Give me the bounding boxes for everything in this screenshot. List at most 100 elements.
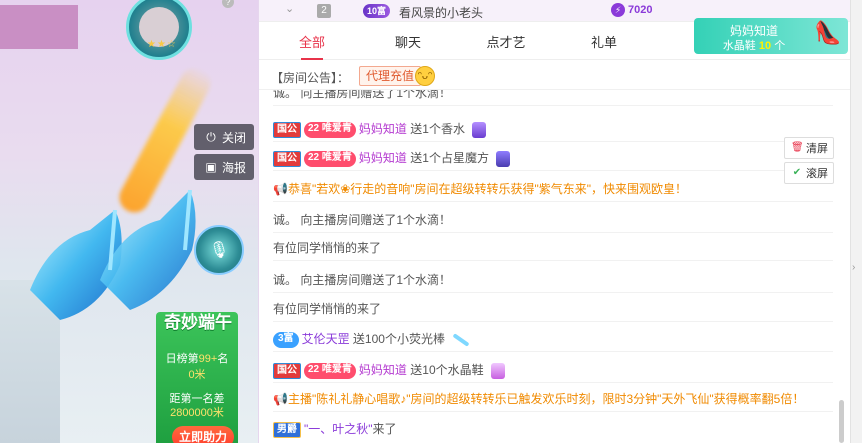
wealth-level-badge: 10富: [363, 4, 391, 18]
fan-level: 22: [308, 363, 320, 375]
poster-button[interactable]: ▣ 海报: [194, 154, 254, 180]
clear-label: 清屏: [806, 143, 828, 155]
broadcast-message: 📢恭喜"若欢❀行走的音响"房间在超级转转乐获得"紫气东来"，快来围观欧皇！: [273, 176, 833, 202]
fan-club: 唯爱青: [321, 122, 352, 134]
fan-level: 22: [308, 122, 320, 134]
glow-stick-gift-icon: [452, 333, 470, 347]
avatar-stars: ★★☆: [147, 39, 177, 50]
chat-message-list[interactable]: 诚。 向主播房间赠送了1个水滴！ 国公 22 唯爱青 妈妈知道 送1个香水 国公 22…: [259, 90, 839, 443]
broadcast-text: 主播"陈礼礼静心唱歌♪"房间的超级转转乐已触发欢乐时刻，限时3分钟"天外飞仙"获…: [287, 392, 805, 406]
mic-button[interactable]: 🎙: [194, 225, 244, 275]
agent-recharge-link[interactable]: 代理充值: [359, 66, 422, 86]
chat-message: 国公 22 唯爱青 妈妈知道 送1个香水: [273, 116, 833, 142]
rank-user-name: 看风景的小老头: [399, 6, 484, 20]
message-text: 诚。 向主播房间赠送了1个水滴！: [273, 273, 452, 287]
nobility-badge: 国公: [273, 362, 301, 379]
promo-title: 奇妙端午: [164, 313, 232, 332]
gift-summary: 水晶鞋 10 个: [694, 37, 814, 53]
clear-screen-button[interactable]: 🗑 清屏: [784, 137, 834, 159]
stage-banner: [0, 5, 78, 49]
chat-message: 诚。 向主播房间赠送了1个水滴！: [273, 207, 833, 233]
boost-button[interactable]: 立即助力: [172, 426, 234, 443]
chevron-down-icon[interactable]: ⌄: [285, 2, 294, 15]
power-icon: ⏻: [206, 130, 216, 144]
perfume-gift-icon: [472, 121, 487, 138]
fan-level-badge: 22 唯爱青: [304, 121, 356, 138]
username-link[interactable]: "一、叶之秋": [304, 422, 373, 436]
promo-score: 0米: [188, 369, 206, 381]
notice-label: 【房间公告】：: [271, 71, 350, 85]
crystal-shoe-gift-icon: [490, 362, 505, 379]
broadcast-message: 📢主播"陈礼礼静心唱歌♪"房间的超级转转乐已触发欢乐时刻，限时3分钟"天外飞仙"…: [273, 386, 833, 412]
chat-scrollbar[interactable]: [839, 400, 844, 443]
microphone-icon: 🎙: [208, 242, 230, 259]
message-action: 送100个小荧光棒: [352, 332, 445, 346]
username-link[interactable]: 妈妈知道: [359, 122, 407, 136]
fan-level: 22: [308, 151, 320, 163]
side-collapse-rail[interactable]: ›: [850, 0, 862, 443]
fan-level-badge: 22 唯爱青: [304, 150, 356, 167]
nobility-badge: 国公: [273, 150, 301, 167]
fan-club: 唯爱青: [321, 151, 352, 163]
crystal-shoe-gift-animation: [30, 189, 196, 320]
fan-club: 唯爱青: [321, 363, 352, 375]
rank-prefix: 日榜第: [165, 353, 199, 365]
username-link[interactable]: 妈妈知道: [359, 151, 407, 165]
video-stage: ★★☆ ? ⏻ 关闭 ▣ 海报 🎙 奇妙端午 日榜第99+名 0米 距第一名差 …: [0, 0, 258, 443]
username-link[interactable]: 艾伦天罡: [302, 332, 350, 346]
chat-message: 诚。 向主播房间赠送了1个水滴！: [273, 267, 833, 293]
tab-all[interactable]: 全部: [277, 28, 347, 60]
magic-cube-gift-icon: [496, 150, 511, 167]
streamer-avatar[interactable]: ★★☆: [126, 0, 192, 60]
message-text: 有位同学悄悄的来了: [273, 241, 382, 255]
poster-label: 海报: [222, 160, 247, 175]
megaphone-icon: 📢: [273, 182, 288, 196]
chat-message: 国公 22 唯爱青 妈妈知道 送10个水晶鞋: [273, 357, 833, 383]
message-text: 诚。 向主播房间赠送了1个水滴！: [273, 90, 452, 100]
message-text: 有位同学悄悄的来了: [273, 302, 382, 316]
promo-card[interactable]: 奇妙端午 日榜第99+名 0米 距第一名差 2800000米 立即助力: [156, 312, 238, 443]
message-action: 送1个香水: [410, 122, 465, 136]
check-circle-icon: ✔: [792, 167, 802, 178]
chat-message: 3富 艾伦天罡 送100个小荧光棒: [273, 326, 833, 352]
megaphone-icon: 📢: [273, 392, 288, 406]
tab-gift-list[interactable]: 礼单: [569, 28, 639, 60]
gift-count: 10: [758, 40, 772, 52]
chevron-right-icon[interactable]: ›: [852, 262, 855, 273]
rank-value: 99+: [198, 353, 218, 365]
gift-name: 水晶鞋: [722, 40, 756, 52]
broadcast-text: 恭喜"若欢❀行走的音响"房间在超级转转乐获得"紫气东来"，快来围观欧皇！: [287, 182, 688, 196]
message-text: 诚。 向主播房间赠送了1个水滴！: [273, 213, 452, 227]
message-action: 送1个占星魔方: [410, 151, 489, 165]
close-button[interactable]: ⏻ 关闭: [194, 124, 254, 150]
trash-icon: 🗑: [791, 142, 804, 153]
message-action: 来了: [372, 422, 397, 436]
tab-request-talent[interactable]: 点才艺: [471, 28, 541, 60]
username-link[interactable]: 妈妈知道: [359, 363, 407, 377]
grin-emoji-icon: ᵔᴗᵔ: [415, 66, 435, 86]
chat-message: 有位同学悄悄的来了: [273, 296, 833, 322]
rank-points: ⚡ 7020: [611, 3, 652, 17]
crystal-shoe-icon: 👠: [814, 20, 842, 45]
image-icon: ▣: [205, 160, 217, 174]
wealth-level-badge: 3富: [273, 331, 299, 348]
chat-message: 有位同学悄悄的来了: [273, 235, 833, 261]
rank-number: 2: [317, 4, 331, 18]
tab-chat[interactable]: 聊天: [373, 28, 443, 60]
chat-message: 国公 22 唯爱青 妈妈知道 送1个占星魔方: [273, 145, 833, 171]
promo-rank: 日榜第99+名: [156, 350, 238, 366]
promo-gap-value: 2800000米: [170, 407, 224, 419]
nobility-badge: 国公: [273, 121, 301, 138]
gift-notification: 妈妈知道 水晶鞋 10 个 👠: [694, 18, 848, 54]
rank-suffix: 名: [217, 353, 229, 365]
message-action: 送10个水晶鞋: [410, 363, 484, 377]
lightning-icon: ⚡: [611, 3, 625, 17]
nobility-badge: 男爵: [273, 421, 301, 438]
chat-message: 男爵 "一、叶之秋"来了: [273, 416, 833, 442]
help-icon[interactable]: ?: [222, 0, 234, 8]
room-notice: 【房间公告】： 代理充值 ᵔᴗᵔ: [259, 62, 851, 90]
chat-panel: ⌄ 2 10富 看风景的小老头 ⚡7020 全部 聊天 点才艺 礼单 点 【房间…: [258, 0, 851, 443]
chat-message: 诚。 向主播房间赠送了1个水滴！: [273, 90, 833, 106]
scroll-screen-button[interactable]: ✔ 滚屏: [784, 162, 834, 184]
scroll-label: 滚屏: [806, 168, 828, 180]
